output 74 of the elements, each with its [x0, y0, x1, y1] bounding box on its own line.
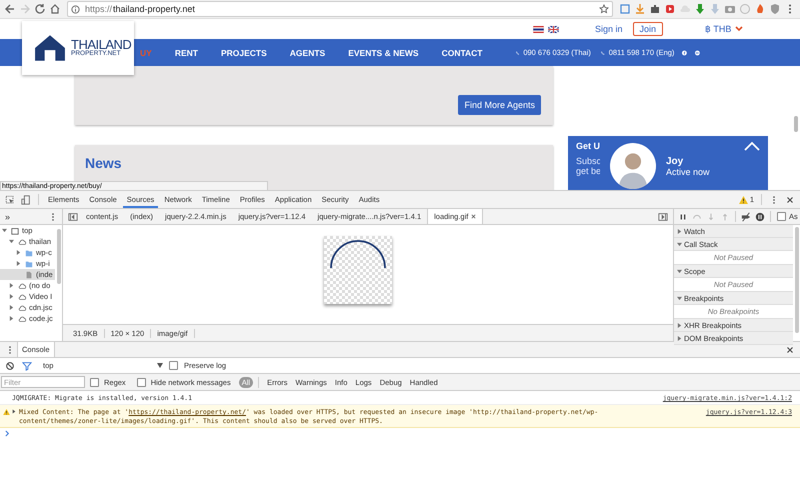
- device-icon[interactable]: [21, 194, 31, 204]
- expand-arrow-icon[interactable]: [9, 283, 14, 288]
- dropdown-arrow-icon[interactable]: [157, 363, 163, 368]
- async-checkbox[interactable]: [777, 212, 786, 221]
- close-icon[interactable]: [785, 344, 795, 354]
- clear-icon[interactable]: [5, 360, 15, 370]
- extension-icon[interactable]: [664, 3, 676, 15]
- phone-icon: [516, 48, 520, 56]
- nav-link[interactable]: AGENTS: [290, 48, 326, 58]
- filter-icon[interactable]: [22, 360, 32, 370]
- cloud-icon: [18, 238, 26, 246]
- chat-widget[interactable]: Joy Active now: [600, 136, 768, 190]
- expand-arrow-icon[interactable]: [16, 250, 21, 255]
- expand-icon[interactable]: [12, 409, 16, 414]
- chat-status: Active now: [666, 166, 710, 176]
- expand-arrow-icon[interactable]: [677, 336, 682, 340]
- nav-link[interactable]: EVENTS & NEWS: [348, 48, 419, 58]
- home-icon[interactable]: [49, 3, 61, 15]
- subscribe-title: Get U: [576, 141, 600, 151]
- address-bar[interactable]: https://thailand-property.net: [67, 1, 613, 17]
- sign-in-link[interactable]: Sign in: [595, 24, 623, 34]
- camera-icon[interactable]: [724, 3, 736, 15]
- close-icon[interactable]: [785, 194, 795, 204]
- expand-arrow-icon[interactable]: [9, 239, 14, 244]
- flame-icon[interactable]: [754, 3, 766, 15]
- expand-arrow-icon[interactable]: [677, 296, 682, 300]
- expand-arrow-icon[interactable]: [677, 268, 682, 274]
- subscribe-text: Subsc get be: [576, 157, 602, 177]
- pause-icon[interactable]: [678, 212, 688, 222]
- checkbox[interactable]: [90, 378, 99, 386]
- expand-arrow-icon[interactable]: [2, 228, 7, 233]
- google-plus-icon[interactable]: [695, 48, 700, 58]
- file-icon: [25, 270, 33, 278]
- image-preview: [324, 236, 392, 304]
- warning-icon: [3, 409, 10, 416]
- shield-icon[interactable]: [769, 3, 781, 15]
- reload-icon[interactable]: [34, 3, 46, 15]
- arrow-down-icon[interactable]: [694, 3, 706, 15]
- phone-icon: [600, 48, 605, 56]
- more-tabs-button[interactable]: »: [5, 212, 10, 222]
- inspect-icon[interactable]: [5, 194, 15, 204]
- facebook-icon[interactable]: [682, 48, 688, 58]
- toggle-debugger-icon[interactable]: [658, 212, 668, 222]
- flag-icon[interactable]: [548, 26, 559, 32]
- join-button[interactable]: Join: [632, 22, 664, 36]
- close-icon[interactable]: [471, 214, 476, 219]
- expand-arrow-icon[interactable]: [9, 316, 14, 321]
- nav-link[interactable]: PROJECTS: [220, 48, 267, 58]
- prompt-icon[interactable]: [5, 430, 10, 438]
- checkbox[interactable]: [169, 361, 178, 370]
- chevron-up-icon[interactable]: [744, 141, 760, 151]
- warning-icon[interactable]: [738, 196, 748, 204]
- flag-icon[interactable]: [533, 26, 544, 32]
- expand-arrow-icon[interactable]: [677, 322, 682, 328]
- currency-selector[interactable]: ฿ THB: [705, 24, 732, 34]
- expand-arrow-icon[interactable]: [9, 294, 14, 299]
- deactivate-breakpoints-icon[interactable]: [741, 212, 751, 222]
- extension-icon[interactable]: [619, 3, 631, 15]
- toggle-navigator-icon[interactable]: [68, 212, 78, 222]
- news-heading: News: [85, 155, 122, 171]
- expand-arrow-icon[interactable]: [16, 261, 21, 266]
- frame-icon: [11, 226, 19, 234]
- expand-arrow-icon[interactable]: [677, 242, 682, 246]
- avatar: [610, 143, 656, 189]
- chat-name: Joy: [666, 156, 684, 166]
- checkbox[interactable]: [136, 378, 146, 386]
- expand-arrow-icon[interactable]: [9, 305, 14, 310]
- back-icon[interactable]: [4, 3, 16, 15]
- pause-exceptions-icon[interactable]: [755, 212, 765, 222]
- expand-arrow-icon[interactable]: [677, 228, 682, 234]
- caret-icon[interactable]: [735, 26, 744, 32]
- find-more-agents-button[interactable]: Find More Agents: [458, 95, 541, 115]
- nav-link[interactable]: RENT: [174, 48, 198, 58]
- nav-link[interactable]: CONTACT: [442, 48, 482, 58]
